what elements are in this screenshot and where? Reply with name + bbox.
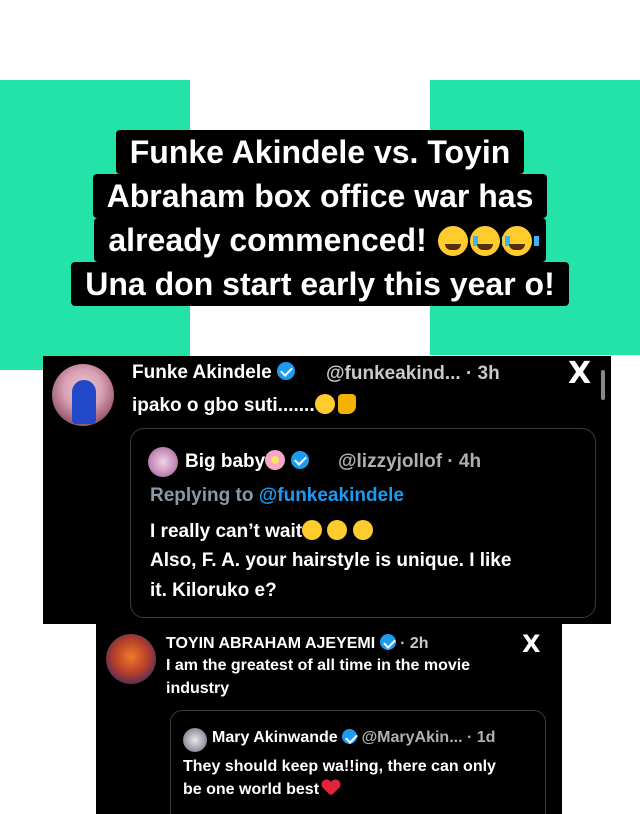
crying-emoji-icon [501,226,539,256]
tweet1-handle-time: @funkeakind... · 3h [326,363,500,384]
caption-line-2: Abraham box office war has [92,174,548,218]
video-caption: Funke Akindele vs. Toyin Abraham box off… [0,130,640,306]
replying-to-handle-link[interactable]: @funkeakindele [259,485,404,506]
quote2-line-2-text: be one world best [183,781,320,798]
quote2-line-2: be one world best [183,780,340,799]
quote2-author-name: Mary Akinwande [212,729,338,746]
close-icon[interactable]: X [568,356,591,391]
caption-line-4: Una don start early this year o! [71,262,569,306]
flower-emoji-icon [265,450,286,470]
tweet1-text-content: ipako o gbo suti....... [132,395,315,416]
tweet2-time: · 2h [400,635,429,652]
tweet2-line-2: industry [166,680,230,697]
heart-icon [322,780,340,796]
tweet1-author-name: Funke Akindele [132,362,272,383]
avatar-mary[interactable] [183,728,207,752]
thumbs-up-emoji-icon [337,394,356,414]
verified-badge-icon [277,362,295,380]
avatar-bigbaby[interactable] [148,447,178,477]
tweet2-author-name: TOYIN ABRAHAM AJEYEMI [166,635,376,652]
caption-line-3: already commenced! [94,218,546,262]
avatar-funke[interactable] [52,364,114,426]
verified-badge-icon [290,451,309,469]
kiss-emoji-icon [314,394,335,414]
caption-line-1: Funke Akindele vs. Toyin [115,130,525,174]
laughing-crying-emoji-icon [437,226,468,256]
quote1-author-name: Big baby [185,451,266,472]
quote1-author: Big baby [185,450,309,473]
quote2-author: Mary Akinwande @MaryAkin... · 1d [212,729,495,747]
crying-emoji-icon [302,520,323,540]
verified-badge-icon [342,729,358,744]
quote2-line-1: They should keep wa!!ing, there can only [183,758,496,775]
close-icon[interactable]: X [522,630,541,658]
tweet1-text: ipako o gbo suti....... [132,394,356,417]
caption-line-3-text: already commenced! [108,222,427,258]
replying-to-prefix: Replying to [150,485,254,506]
replying-to: Replying to @funkeakindele [150,485,404,507]
avatar-toyin[interactable] [106,634,156,684]
quote1-handle-time: @lizzyjollof · 4h [338,451,482,472]
avatar-figure [72,380,96,424]
tweet1-author[interactable]: Funke Akindele [132,362,295,384]
quote1-line-3: it. Kiloruko e? [150,580,277,601]
crying-emoji-icon [469,226,507,256]
quote1-line-1: I really can’t wait [150,520,373,543]
tweet2-line-1: I am the greatest of all time in the mov… [166,657,471,674]
tweet2-author[interactable]: TOYIN ABRAHAM AJEYEMI · 2h [166,634,429,653]
crying-emoji-icon [327,520,348,540]
scrollbar[interactable] [601,370,605,400]
quote2-handle-time: @MaryAkin... · 1d [361,729,496,746]
crying-emoji-icon [352,520,373,540]
quote1-line-1-text: I really can’t wait [150,521,303,542]
quote1-line-2: Also, F. A. your hairstyle is unique. I … [150,550,512,571]
verified-badge-icon [379,634,396,650]
